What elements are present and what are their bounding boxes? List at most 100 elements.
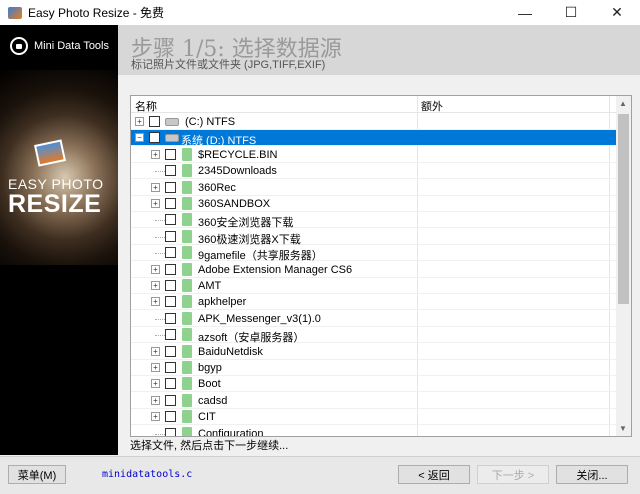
expand-icon[interactable]: + [151,395,160,405]
status-text: 选择文件, 然后点击下一步继续... [130,440,289,452]
row-checkbox[interactable] [165,181,176,193]
tree-row[interactable]: 2345Downloads [131,163,617,180]
row-label: apkhelper [198,296,247,309]
tree-row[interactable]: +360SANDBOX [131,196,617,212]
scroll-down-icon[interactable]: ▼ [619,424,627,433]
folder-icon [182,213,192,227]
tree-header: 名称 额外 [131,96,617,113]
app-icon [8,6,22,19]
tree-row[interactable]: + Adobe Extension Manager CS6 [131,262,617,278]
tree-line [155,220,165,222]
row-checkbox[interactable] [165,362,176,373]
row-checkbox[interactable] [165,247,176,259]
folder-icon [182,410,192,424]
website-link[interactable]: minidatatools.c [102,469,192,480]
tree-row[interactable]: + apkhelper [131,294,617,311]
expand-icon[interactable]: + [151,281,160,290]
expand-icon[interactable]: + [151,346,160,356]
row-checkbox[interactable] [165,198,176,209]
row-checkbox[interactable] [165,230,176,242]
menu-button[interactable]: 菜单(M) [8,465,66,484]
expand-icon[interactable]: + [151,363,160,372]
close-button[interactable]: 关闭... [556,465,628,484]
row-label: CIT [198,411,216,424]
photo-icon [34,139,66,167]
tree-row[interactable]: + (C:) NTFS [131,114,617,130]
tree-row[interactable]: + BaiduNetdisk [131,344,617,360]
back-button[interactable]: < 返回 [398,465,470,484]
row-checkbox[interactable] [149,132,160,144]
step-header: 步骤 1/5: 选择数据源 标记照片文件或文件夹 (JPG,TIFF,EXIF) [118,25,640,75]
row-checkbox[interactable] [165,394,176,406]
tree-row[interactable]: 9gamefile（共享服务器） [131,245,617,262]
row-checkbox[interactable] [165,345,176,357]
row-checkbox[interactable] [165,427,176,436]
expand-icon[interactable]: + [151,149,160,159]
expand-icon[interactable]: + [151,412,160,422]
tree-row[interactable]: − 系统 (D:) NTFS [131,130,617,147]
row-checkbox[interactable] [165,378,176,390]
tree-row[interactable]: + AMT [131,278,617,294]
row-checkbox[interactable] [165,165,176,177]
column-name[interactable]: 名称 [135,98,157,114]
tree-row[interactable]: + cadsd [131,393,617,409]
expand-icon[interactable]: + [135,117,144,126]
expand-icon[interactable]: + [151,297,160,307]
tree-row[interactable]: 360极速浏览器X下载 [131,229,617,246]
brand-name: Mini Data Tools [34,40,109,52]
folder-icon [182,279,192,292]
expand-icon[interactable]: + [151,379,160,389]
footer-bar: 菜单(M) minidatatools.c < 返回 下一步 > 关闭... [0,456,640,494]
tree-row[interactable]: + Boot [131,376,617,393]
tree-row[interactable]: +360Rec [131,180,617,196]
collapse-icon[interactable]: − [135,133,144,143]
column-extra[interactable]: 额外 [421,98,443,114]
minimize-button[interactable]: — [502,0,548,25]
expand-icon[interactable]: + [151,199,160,208]
row-checkbox[interactable] [165,280,176,291]
brand: Mini Data Tools [10,37,109,55]
row-checkbox[interactable] [165,148,176,160]
row-checkbox[interactable] [165,296,176,308]
row-checkbox[interactable] [165,263,176,275]
row-checkbox[interactable] [165,411,176,423]
row-checkbox[interactable] [165,214,176,226]
row-checkbox[interactable] [165,312,176,324]
row-label: cadsd [198,394,228,407]
folder-icon [182,361,192,374]
row-label: (C:) NTFS [185,116,236,128]
tree-row[interactable]: + bgyp [131,360,617,376]
expand-icon[interactable]: + [151,182,160,192]
row-checkbox[interactable] [165,329,176,341]
row-label: $RECYCLE.BIN [198,148,278,161]
vertical-scrollbar[interactable]: ▲ ▼ [616,96,631,436]
close-window-button[interactable]: ✕ [594,0,640,25]
next-button[interactable]: 下一步 > [477,465,549,484]
tree-row[interactable]: + CIT [131,409,617,426]
row-label: APK_Messenger_v3(1).0 [198,312,321,325]
scroll-thumb[interactable] [618,114,629,304]
folder-icon [182,311,192,325]
folder-icon [182,344,192,358]
maximize-button[interactable]: ☐ [548,0,594,25]
row-label: Boot [198,378,221,391]
drive-icon [165,118,179,126]
tree-row[interactable]: APK_Messenger_v3(1).0 [131,311,617,327]
tree-row[interactable]: 360安全浏览器下载 [131,212,617,229]
expand-icon[interactable]: + [151,264,160,274]
folder-icon [182,295,192,309]
window-title: Easy Photo Resize - 免费 [28,6,165,20]
scroll-up-icon[interactable]: ▲ [619,99,627,108]
folder-tree[interactable]: 名称 额外 + (C:) NTFS − 系统 (D:) NTFS + $RECYCLE.B… [130,95,632,437]
tree-row[interactable]: Configuration [131,426,617,436]
tree-row[interactable]: azsoft（安卓服务器） [131,327,617,344]
lens-image: EASY PHOTO RESIZE [0,70,118,265]
row-checkbox[interactable] [149,116,160,127]
folder-icon [182,328,192,342]
folder-icon [182,426,192,436]
title-bar: Easy Photo Resize - 免费 — ☐ ✕ [0,0,640,25]
row-label: 2345Downloads [198,165,277,178]
tree-row[interactable]: + $RECYCLE.BIN [131,147,617,163]
row-label: 360Rec [198,181,236,194]
folder-icon [182,164,192,178]
